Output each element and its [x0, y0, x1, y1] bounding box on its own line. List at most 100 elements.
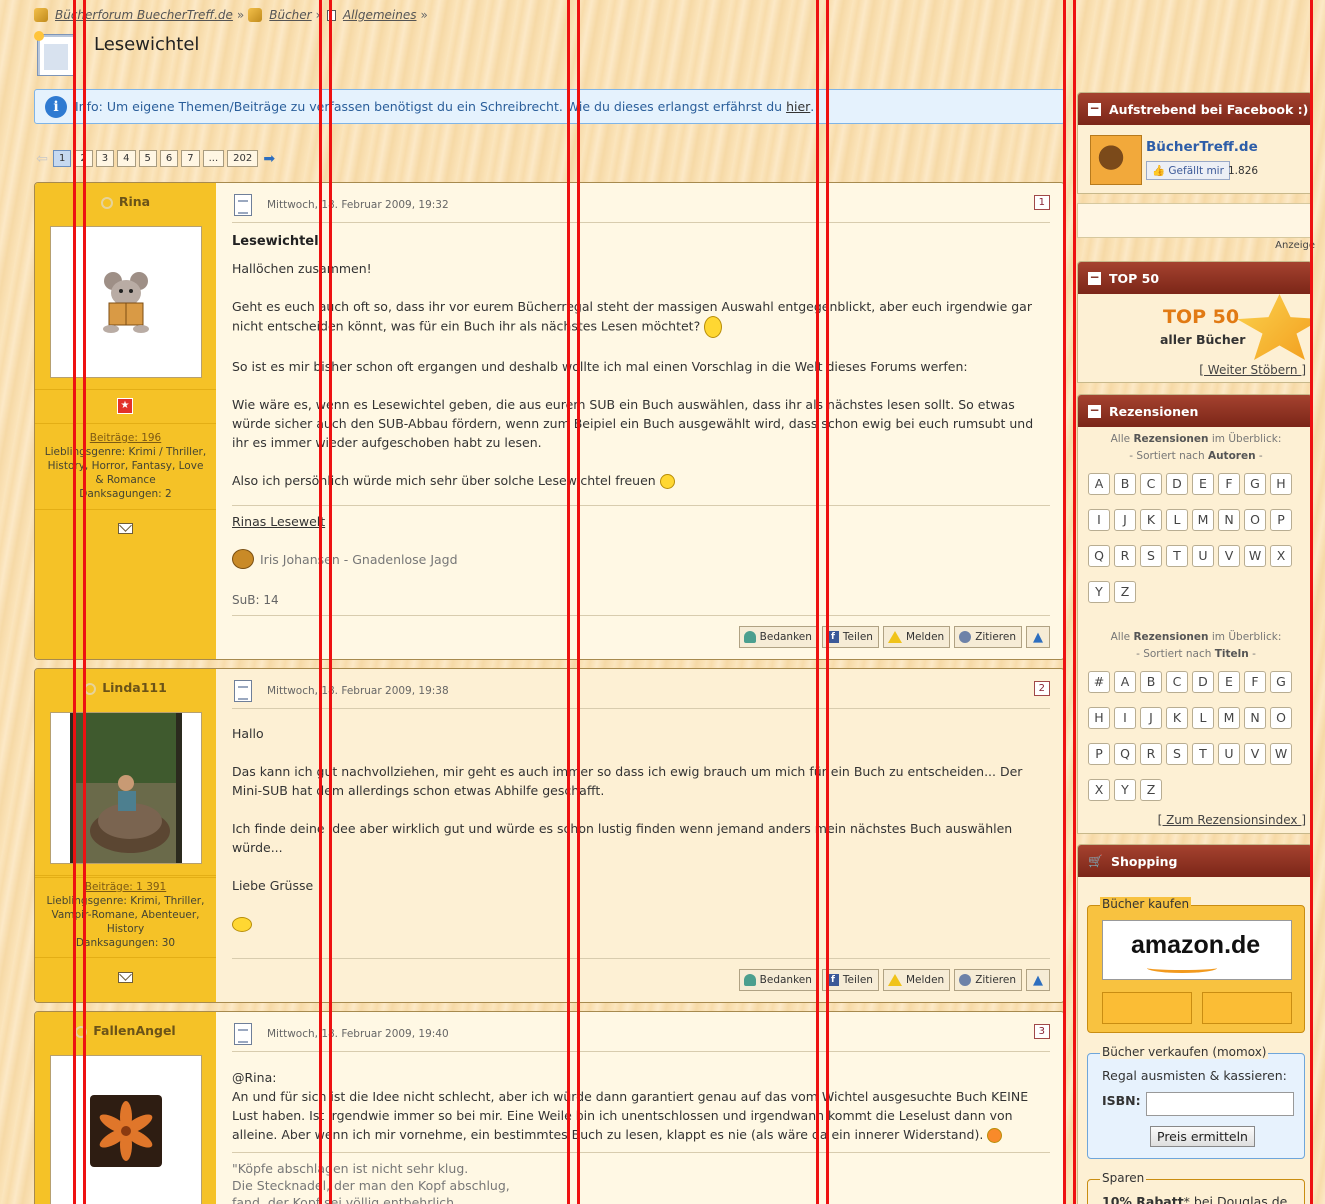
page-link[interactable]: 3 — [95, 150, 115, 167]
title-letter-button[interactable]: A — [1114, 671, 1136, 693]
thanks-button[interactable]: Bedanken — [738, 626, 818, 648]
browse-more-link[interactable]: [ Weiter Stöbern ] — [1199, 363, 1306, 377]
get-price-button[interactable]: Preis ermitteln — [1150, 1126, 1255, 1147]
page-link[interactable]: 4 — [117, 150, 136, 167]
collapse-icon[interactable]: − — [1088, 102, 1101, 116]
amazon-search-slot[interactable] — [1102, 992, 1192, 1024]
scroll-top-button[interactable]: ▲ — [1026, 969, 1050, 991]
title-letter-button[interactable]: V — [1244, 743, 1266, 765]
title-letter-button[interactable]: H — [1088, 707, 1110, 729]
author-letter-button[interactable]: K — [1140, 509, 1162, 531]
report-button[interactable]: Melden — [882, 969, 951, 991]
page-link[interactable]: 1 — [53, 150, 72, 167]
box-header[interactable]: − Aufstrebend bei Facebook :) — [1078, 93, 1312, 125]
page-jump[interactable]: ... — [202, 150, 225, 167]
author-letter-button[interactable]: C — [1140, 473, 1162, 495]
isbn-input[interactable] — [1146, 1092, 1294, 1116]
author-letter-button[interactable]: X — [1270, 545, 1292, 567]
author-letter-button[interactable]: N — [1218, 509, 1240, 531]
share-button[interactable]: f Teilen — [821, 626, 879, 648]
author-letter-button[interactable]: O — [1244, 509, 1266, 531]
buechertreff-logo-icon[interactable] — [1090, 135, 1142, 185]
post-author[interactable]: Linda111 — [35, 680, 216, 695]
author-letter-button[interactable]: S — [1140, 545, 1162, 567]
author-letter-button[interactable]: B — [1114, 473, 1136, 495]
title-letter-button[interactable]: Y — [1114, 779, 1136, 801]
breadcrumb-home[interactable]: Bücherforum BuecherTreff.de — [55, 8, 233, 22]
author-letter-button[interactable]: A — [1088, 473, 1110, 495]
top50-banner[interactable]: TOP 50 aller Bücher — [1078, 294, 1312, 360]
post-count-link[interactable]: Beiträge: 1 391 — [85, 881, 167, 893]
author-letter-button[interactable]: Y — [1088, 581, 1110, 603]
facebook-page-name[interactable]: BücherTreff.de — [1146, 139, 1258, 155]
author-letter-button[interactable]: W — [1244, 545, 1266, 567]
author-letter-button[interactable]: G — [1244, 473, 1266, 495]
breadcrumb-general[interactable]: Allgemeines — [343, 8, 417, 22]
post-number[interactable]: 2 — [1033, 681, 1050, 696]
scroll-top-button[interactable]: ▲ — [1026, 626, 1050, 648]
like-button[interactable]: 👍 Gefällt mir — [1146, 161, 1230, 180]
title-letter-button[interactable]: N — [1244, 707, 1266, 729]
title-letter-button[interactable]: K — [1166, 707, 1188, 729]
mail-icon[interactable] — [118, 972, 133, 983]
title-letter-button[interactable]: Z — [1140, 779, 1162, 801]
quote-button[interactable]: Zitieren — [954, 626, 1022, 648]
page-link[interactable]: 5 — [138, 150, 157, 167]
title-letter-button[interactable]: O — [1270, 707, 1292, 729]
title-letter-button[interactable]: U — [1218, 743, 1240, 765]
title-letter-button[interactable]: F — [1244, 671, 1266, 693]
author-letter-button[interactable]: Q — [1088, 545, 1110, 567]
title-letter-button[interactable]: P — [1088, 743, 1110, 765]
author-letter-button[interactable]: E — [1192, 473, 1214, 495]
author-letter-button[interactable]: I — [1088, 509, 1110, 531]
review-index-link[interactable]: [ Zum Rezensionsindex ] — [1158, 813, 1306, 827]
author-letter-button[interactable]: U — [1192, 545, 1214, 567]
title-letter-button[interactable]: X — [1088, 779, 1110, 801]
title-letter-button[interactable]: L — [1192, 707, 1214, 729]
mail-icon[interactable] — [118, 523, 133, 534]
author-letter-button[interactable]: V — [1218, 545, 1240, 567]
author-letter-button[interactable]: D — [1166, 473, 1188, 495]
box-header[interactable]: − TOP 50 — [1078, 262, 1312, 294]
post-number[interactable]: 3 — [1033, 1024, 1050, 1039]
collapse-icon[interactable]: − — [1088, 404, 1101, 418]
amazon-logo[interactable]: amazon.de — [1102, 920, 1292, 980]
share-button[interactable]: f Teilen — [821, 969, 879, 991]
page-link[interactable]: 7 — [181, 150, 200, 167]
title-letter-button[interactable]: C — [1166, 671, 1188, 693]
page-link[interactable]: 6 — [159, 150, 179, 167]
title-letter-button[interactable]: E — [1218, 671, 1240, 693]
next-page-icon[interactable]: ➡ — [261, 151, 277, 167]
post-author[interactable]: FallenAngel — [35, 1023, 216, 1038]
author-letter-button[interactable]: R — [1114, 545, 1136, 567]
author-letter-button[interactable]: M — [1192, 509, 1214, 531]
title-letter-button[interactable]: D — [1192, 671, 1214, 693]
author-letter-button[interactable]: F — [1218, 473, 1240, 495]
quote-button[interactable]: Zitieren — [954, 969, 1022, 991]
page-link[interactable]: 202 — [227, 150, 259, 167]
post-author[interactable]: Rina — [35, 194, 216, 209]
title-letter-button[interactable]: # — [1088, 671, 1110, 693]
report-button[interactable]: Melden — [882, 626, 951, 648]
title-letter-button[interactable]: B — [1140, 671, 1162, 693]
author-letter-button[interactable]: P — [1270, 509, 1292, 531]
box-header[interactable]: − Rezensionen — [1078, 395, 1312, 427]
author-letter-button[interactable]: L — [1166, 509, 1188, 531]
title-letter-button[interactable]: I — [1114, 707, 1136, 729]
thanks-button[interactable]: Bedanken — [738, 969, 818, 991]
amazon-search-slot[interactable] — [1202, 992, 1292, 1024]
title-letter-button[interactable]: M — [1218, 707, 1240, 729]
collapse-icon[interactable]: − — [1088, 271, 1101, 285]
post-number[interactable]: 1 — [1033, 195, 1050, 210]
signature-link[interactable]: Rinas Lesewelt — [232, 514, 325, 529]
title-letter-button[interactable]: S — [1166, 743, 1188, 765]
author-letter-button[interactable]: T — [1166, 545, 1188, 567]
title-letter-button[interactable]: R — [1140, 743, 1162, 765]
author-letter-button[interactable]: J — [1114, 509, 1136, 531]
title-letter-button[interactable]: J — [1140, 707, 1162, 729]
post-count-link[interactable]: Beiträge: 196 — [90, 432, 162, 444]
title-letter-button[interactable]: G — [1270, 671, 1292, 693]
title-letter-button[interactable]: Q — [1114, 743, 1136, 765]
title-letter-button[interactable]: T — [1192, 743, 1214, 765]
save-offer[interactable]: 10% Rabatt* bei Douglas de — [1102, 1194, 1287, 1204]
